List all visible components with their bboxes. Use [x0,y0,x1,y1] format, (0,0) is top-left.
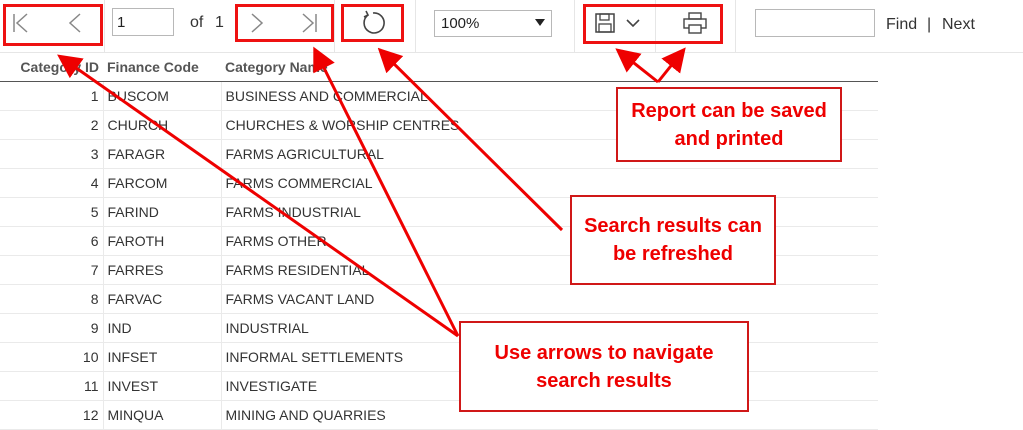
callout-save-print: Report can be saved and printed [616,87,842,162]
arrow-to-print [656,47,686,83]
arrow-to-next-nav [313,46,460,337]
arrow-to-save [615,48,659,84]
arrow-to-prev-nav [57,54,459,338]
arrow-to-refresh [377,47,564,232]
callout-navigate: Use arrows to navigate search results [459,321,749,412]
callout-refresh: Search results can be refreshed [570,195,776,285]
